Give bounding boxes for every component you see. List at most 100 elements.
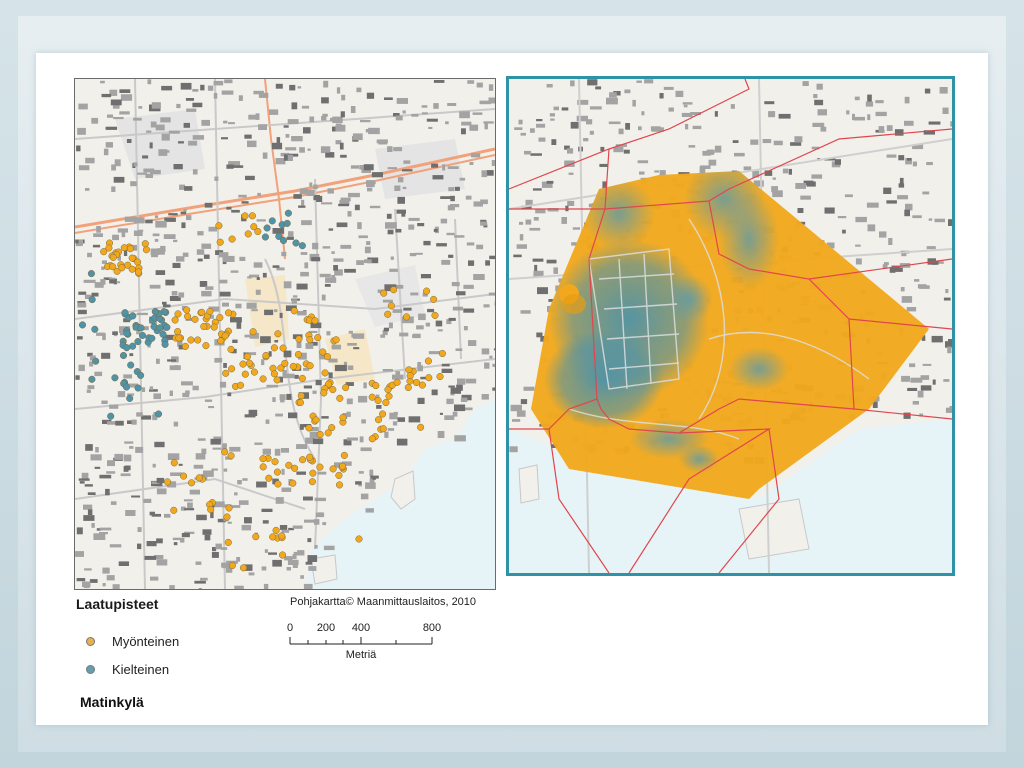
building <box>106 575 115 581</box>
quality-point <box>156 324 164 332</box>
building <box>276 137 281 144</box>
quality-point <box>339 413 347 422</box>
building <box>384 97 393 100</box>
building <box>279 525 288 530</box>
building <box>366 241 371 245</box>
building <box>639 171 645 175</box>
building <box>346 437 358 441</box>
building <box>358 395 368 403</box>
building <box>912 401 919 405</box>
quality-point <box>306 336 314 344</box>
building <box>151 252 158 258</box>
building <box>149 386 154 391</box>
building <box>208 226 218 232</box>
quality-point <box>122 383 131 391</box>
quality-point <box>163 323 171 331</box>
building <box>926 162 933 166</box>
quality-point <box>259 455 267 463</box>
building <box>103 148 109 156</box>
building <box>75 551 84 557</box>
building <box>137 527 142 532</box>
building <box>223 363 227 368</box>
building <box>222 302 229 307</box>
building <box>489 255 495 260</box>
building <box>214 176 219 181</box>
building <box>156 358 160 364</box>
quality-point <box>273 376 281 384</box>
building <box>257 192 261 197</box>
building <box>78 103 88 110</box>
building <box>510 404 522 412</box>
building <box>260 336 271 344</box>
building <box>323 80 329 88</box>
building <box>256 277 260 280</box>
building <box>155 124 165 131</box>
building <box>331 251 335 254</box>
building <box>369 205 381 209</box>
building <box>948 219 952 226</box>
building <box>463 308 475 313</box>
building <box>364 246 371 254</box>
building <box>91 292 99 297</box>
building <box>396 209 406 214</box>
building <box>323 545 335 551</box>
quality-point <box>316 463 324 471</box>
building <box>299 147 305 153</box>
points-map[interactable] <box>74 78 496 590</box>
building <box>624 89 631 94</box>
building <box>448 317 456 321</box>
building <box>155 270 166 275</box>
building <box>387 167 397 170</box>
building <box>484 122 488 130</box>
building <box>303 583 313 589</box>
building <box>311 257 321 262</box>
quality-point <box>129 312 137 320</box>
building <box>551 139 557 145</box>
quality-point <box>210 323 218 331</box>
building <box>89 579 98 583</box>
building <box>135 446 144 453</box>
building <box>256 219 266 222</box>
building <box>161 133 170 141</box>
quality-point <box>270 370 278 378</box>
building <box>352 133 363 141</box>
building <box>238 95 243 101</box>
building <box>358 484 362 487</box>
building <box>452 411 458 417</box>
quality-point <box>329 386 337 394</box>
building <box>118 561 129 566</box>
building <box>549 113 555 117</box>
building <box>167 359 176 362</box>
building <box>370 475 379 479</box>
quality-point <box>194 336 202 344</box>
building <box>241 201 249 204</box>
quality-point <box>137 371 145 379</box>
building <box>283 125 289 128</box>
building <box>538 137 546 142</box>
building <box>274 448 281 456</box>
quality-point <box>308 478 316 486</box>
building <box>790 142 802 146</box>
building <box>112 584 120 589</box>
building <box>75 375 80 380</box>
building <box>156 538 163 544</box>
building <box>238 194 247 198</box>
building <box>476 82 483 88</box>
building <box>402 169 413 172</box>
building <box>292 554 297 560</box>
interpolation-map[interactable] <box>506 76 955 576</box>
building <box>173 421 179 427</box>
legend-title: Laatupisteet <box>76 596 159 612</box>
building <box>84 484 93 487</box>
quality-point <box>227 452 235 460</box>
building <box>886 200 897 204</box>
building <box>714 111 718 117</box>
legend-item-negative: Kielteinen <box>86 662 169 677</box>
building <box>168 130 180 134</box>
building <box>797 208 804 213</box>
building <box>338 203 349 207</box>
building <box>193 464 204 469</box>
quality-point <box>263 224 271 232</box>
building <box>901 296 913 303</box>
building <box>261 566 267 571</box>
